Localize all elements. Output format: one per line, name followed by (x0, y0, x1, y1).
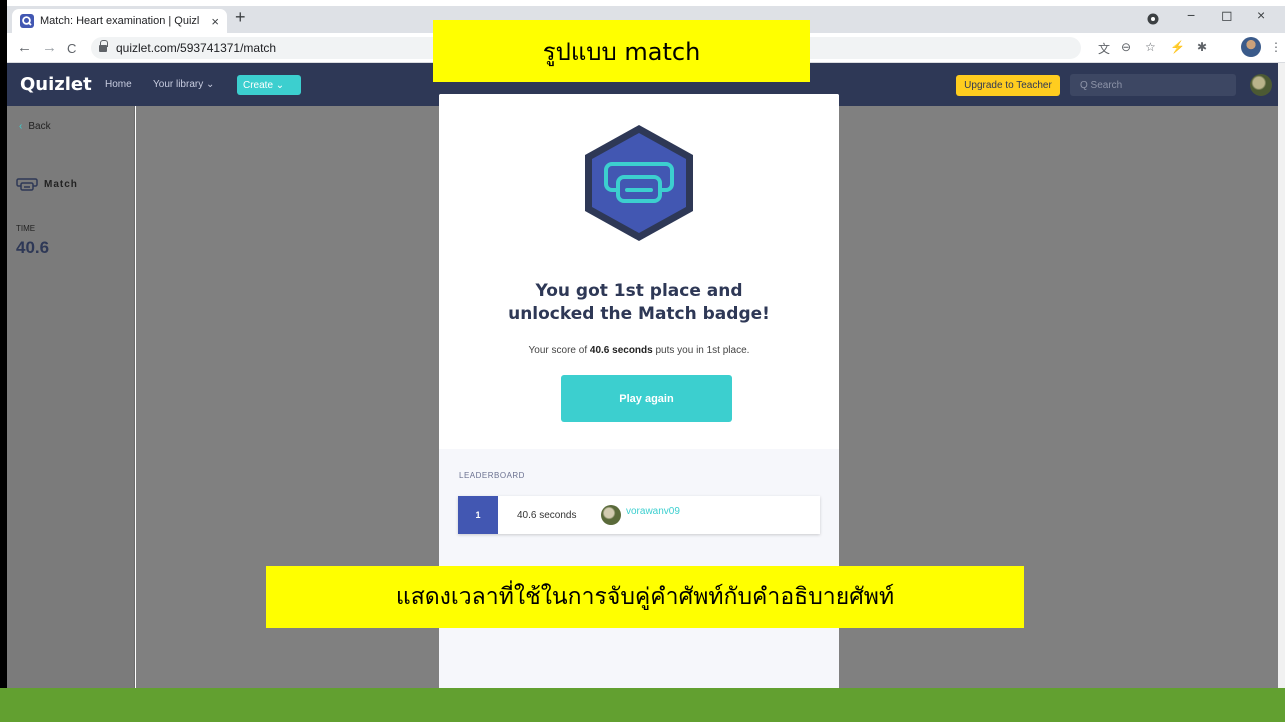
mode-label: Match (16, 178, 78, 191)
chevron-left-icon: ‹ (19, 121, 23, 132)
leaderboard-row: 1 40.6 seconds vorawanv09 (458, 496, 820, 534)
score-prefix: Your score of (528, 345, 590, 356)
match-sidebar: ‹ Back Match TIME 40.6 (7, 106, 135, 688)
tab-close-icon[interactable]: × (211, 14, 219, 29)
time-value: 40.6 (16, 238, 50, 257)
play-again-button[interactable]: Play again (561, 375, 732, 422)
user-avatar[interactable] (1250, 74, 1272, 96)
back-arrow-icon[interactable]: ← (17, 39, 32, 56)
headline-line-1: You got 1st place and (535, 281, 743, 301)
browser-profile-icon[interactable] (1147, 13, 1159, 25)
nav-home[interactable]: Home (105, 79, 132, 90)
callout-time-explanation: แสดงเวลาที่ใช้ในการจับคู่คำศัพท์กับคำอธิ… (266, 566, 1024, 628)
leaderboard-avatar (601, 505, 621, 525)
callout-match-mode: รูปแบบ match (433, 20, 810, 82)
score-text: Your score of 40.6 seconds puts you in 1… (439, 345, 839, 356)
nav-your-library[interactable]: Your library ⌄ (153, 79, 214, 90)
quizlet-logo[interactable]: Quizlet (20, 74, 92, 95)
score-value: 40.6 seconds (589, 345, 653, 356)
upgrade-to-teacher-button[interactable]: Upgrade to Teacher (956, 75, 1060, 96)
extension-icon[interactable]: ⚡ (1170, 40, 1185, 54)
leaderboard-time: 40.6 seconds (517, 509, 577, 521)
slide-left-border (0, 0, 7, 722)
translate-icon[interactable]: 文 (1098, 40, 1110, 57)
match-badge-icon (585, 125, 693, 241)
forward-arrow-icon[interactable]: → (42, 39, 57, 56)
back-link[interactable]: ‹ Back (19, 121, 51, 132)
url-text: quizlet.com/593741371/match (116, 41, 277, 55)
page-scrollbar[interactable] (1278, 63, 1285, 688)
zoom-icon[interactable]: ⊖ (1121, 40, 1131, 54)
reload-icon[interactable]: C (67, 41, 76, 56)
score-suffix: puts you in 1st place. (652, 345, 750, 356)
new-tab-button[interactable]: + (235, 7, 246, 28)
lock-icon (99, 39, 108, 53)
result-summary: You got 1st place and unlocked the Match… (439, 94, 839, 449)
slide-footer-band (0, 688, 1285, 722)
close-window-button[interactable]: × (1257, 7, 1265, 23)
back-label: Back (28, 121, 51, 132)
bookmark-star-icon[interactable]: ☆ (1145, 40, 1156, 54)
headline-line-2: unlocked the Match badge! (508, 304, 770, 324)
leaderboard-rank: 1 (458, 496, 498, 534)
chrome-menu-icon[interactable]: ⋮ (1270, 40, 1282, 54)
tab-title: Match: Heart examination | Quizl (40, 15, 200, 27)
maximize-button[interactable]: ◻ (1221, 7, 1233, 24)
leaderboard-heading: LEADERBOARD (459, 471, 525, 480)
browser-tab[interactable]: Match: Heart examination | Quizl × (12, 9, 227, 33)
result-headline: You got 1st place and unlocked the Match… (439, 280, 839, 326)
extensions-puzzle-icon[interactable]: ✱ (1197, 40, 1207, 54)
create-button[interactable]: Create ⌄ (237, 75, 301, 95)
time-label: TIME (16, 224, 36, 233)
search-input[interactable]: Q Search (1070, 74, 1236, 96)
leaderboard-username[interactable]: vorawanv09 (626, 506, 680, 517)
quizlet-favicon-icon (20, 14, 34, 28)
mode-name: Match (44, 179, 78, 190)
match-cards-icon (16, 178, 38, 191)
profile-avatar[interactable] (1241, 37, 1261, 57)
minimize-button[interactable]: − (1187, 7, 1195, 23)
